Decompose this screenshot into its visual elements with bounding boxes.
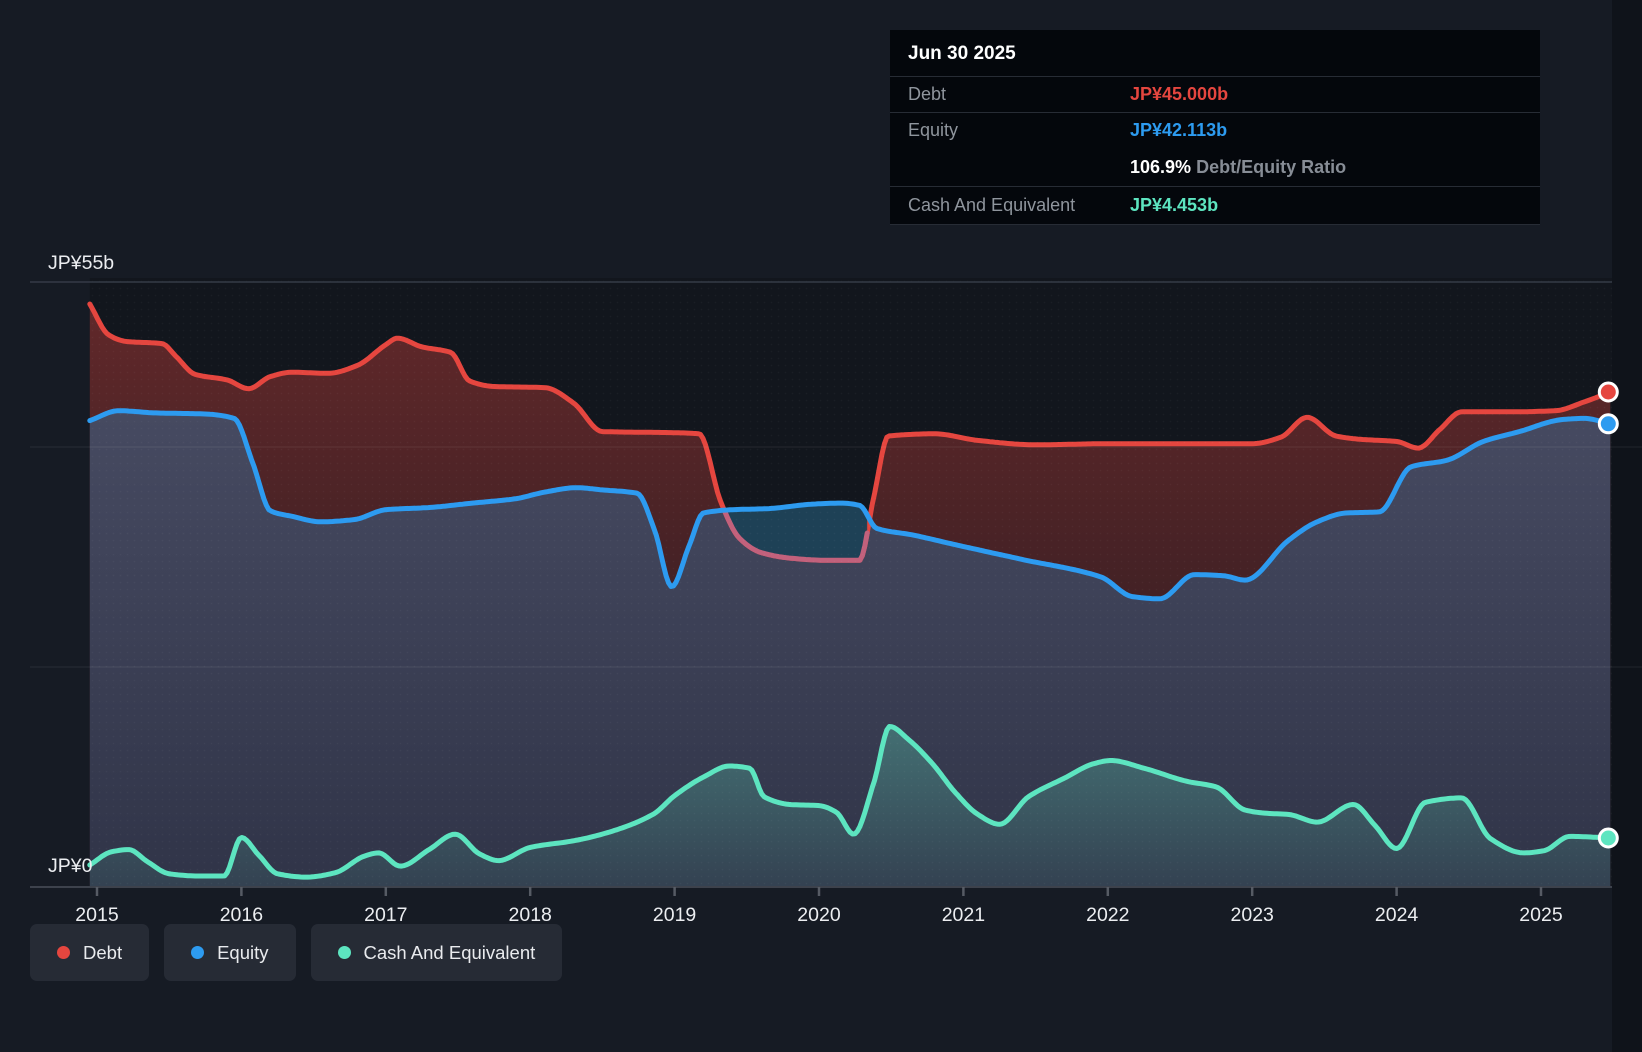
- x-axis-label: 2020: [797, 904, 841, 926]
- tooltip-debt-label: Debt: [908, 84, 1130, 105]
- y-axis-label-max: JP¥55b: [48, 252, 114, 274]
- equity-endpoint-marker: [1599, 415, 1617, 433]
- chart-legend: Debt Equity Cash And Equivalent: [30, 924, 562, 981]
- x-axis-label: 2024: [1375, 904, 1419, 926]
- x-axis-label: 2022: [1086, 904, 1129, 926]
- cash-dot-icon: [338, 946, 351, 959]
- tooltip-row-equity: Equity JP¥42.113b: [890, 112, 1540, 148]
- legend-item-equity[interactable]: Equity: [164, 924, 295, 981]
- tooltip-row-ratio: 106.9% Debt/Equity Ratio: [890, 148, 1540, 186]
- x-axis-label: 2016: [220, 904, 263, 926]
- legend-cash-label: Cash And Equivalent: [364, 942, 536, 964]
- debt-equity-chart-page: JP¥55b JP¥0 2015 2016 2017 2018 2019 2020 2021…: [0, 0, 1642, 1052]
- tooltip-cash-value: JP¥4.453b: [1130, 195, 1522, 216]
- tooltip-ratio-label: Debt/Equity Ratio: [1196, 157, 1346, 177]
- legend-equity-label: Equity: [217, 942, 268, 964]
- legend-debt-label: Debt: [83, 942, 122, 964]
- plot-texture: [90, 278, 1612, 887]
- x-axis-label: 2017: [364, 904, 407, 926]
- cash-endpoint-marker: [1599, 829, 1617, 847]
- debt-endpoint-marker: [1599, 383, 1617, 401]
- legend-item-debt[interactable]: Debt: [30, 924, 149, 981]
- x-axis-label: 2018: [509, 904, 552, 926]
- right-gutter: [1612, 0, 1642, 1052]
- legend-item-cash[interactable]: Cash And Equivalent: [311, 924, 563, 981]
- x-axis-label: 2019: [653, 904, 696, 926]
- x-axis-label: 2025: [1519, 904, 1563, 926]
- tooltip-equity-value: JP¥42.113b: [1130, 120, 1522, 141]
- tooltip-cash-label: Cash And Equivalent: [908, 195, 1130, 216]
- tooltip-row-cash: Cash And Equivalent JP¥4.453b: [890, 186, 1540, 225]
- tooltip-ratio-pct: 106.9%: [1130, 157, 1191, 177]
- tooltip-row-debt: Debt JP¥45.000b: [890, 76, 1540, 112]
- y-axis-label-zero: JP¥0: [48, 855, 93, 877]
- x-axis-label: 2023: [1231, 904, 1274, 926]
- tooltip-equity-label: Equity: [908, 120, 1130, 141]
- x-axis-label: 2021: [942, 904, 985, 926]
- debt-dot-icon: [57, 946, 70, 959]
- tooltip-debt-value: JP¥45.000b: [1130, 84, 1522, 105]
- x-axis-labels: 2015 2016 2017 2018 2019 2020 2021 2022 2023 2024…: [75, 904, 1563, 926]
- equity-dot-icon: [191, 946, 204, 959]
- chart-tooltip: Jun 30 2025 Debt JP¥45.000b Equity JP¥42…: [890, 30, 1540, 225]
- x-axis-label: 2015: [75, 904, 119, 926]
- tooltip-date: Jun 30 2025: [890, 30, 1540, 76]
